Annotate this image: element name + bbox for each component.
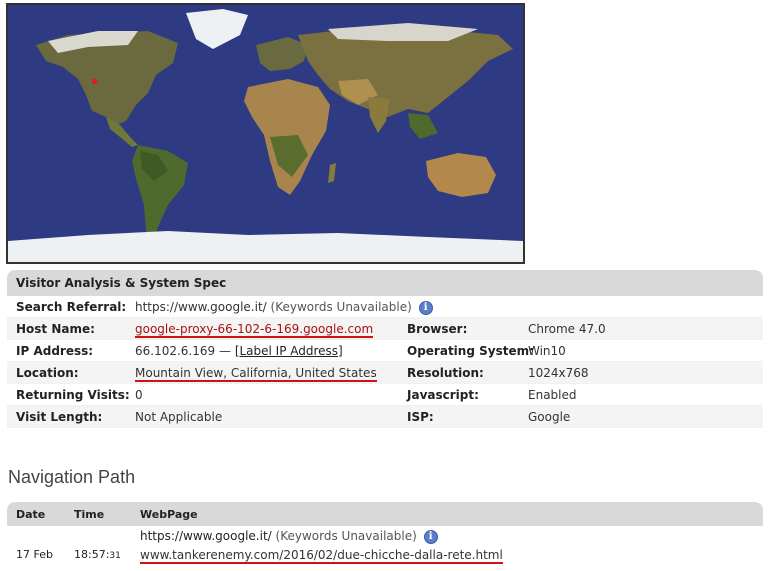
world-map-image bbox=[8, 5, 523, 262]
operating-system-label: Operating System: bbox=[407, 344, 534, 358]
host-name-label: Host Name: bbox=[16, 322, 95, 336]
resolution-value: 1024x768 bbox=[528, 366, 589, 380]
javascript-label: Javascript: bbox=[407, 388, 479, 402]
nav-webpage-link[interactable]: www.tankerenemy.com/2016/02/due-chicche-… bbox=[140, 548, 503, 564]
ip-address-label: IP Address: bbox=[16, 344, 94, 358]
search-referral-note: (Keywords Unavailable) bbox=[270, 300, 412, 314]
visit-length-label: Visit Length: bbox=[16, 410, 103, 424]
location-text: Mountain View, California, United States bbox=[135, 366, 377, 382]
webpage-column-header: WebPage bbox=[140, 508, 198, 521]
date-column-header: Date bbox=[16, 508, 46, 521]
nav-referral: https://www.google.it/ (Keywords Unavail… bbox=[140, 529, 438, 544]
isp-value: Google bbox=[528, 410, 571, 424]
navigation-path-table: Date Time WebPage 17 Feb 18:57:31 https:… bbox=[7, 502, 763, 571]
nav-referral-link[interactable]: https://www.google.it/ bbox=[140, 529, 272, 543]
info-icon[interactable]: i bbox=[423, 529, 438, 544]
visitor-analysis-panel: Visitor Analysis & System Spec Search Re… bbox=[7, 270, 763, 428]
visit-date: 17 Feb bbox=[16, 548, 53, 561]
navigation-path-title: Navigation Path bbox=[8, 467, 136, 487]
isp-label: ISP: bbox=[407, 410, 434, 424]
visitor-analysis-title: Visitor Analysis & System Spec bbox=[7, 270, 763, 296]
nav-referral-note: (Keywords Unavailable) bbox=[275, 529, 417, 543]
location-value: Mountain View, California, United States bbox=[135, 362, 377, 384]
search-referral-row: Search Referral: https://www.google.it/ … bbox=[7, 296, 763, 318]
operating-system-value: Win10 bbox=[528, 344, 566, 358]
visit-time-main: 18:57: bbox=[74, 548, 110, 561]
ip-address-text: 66.102.6.169 — bbox=[135, 344, 231, 358]
ip-address-value: 66.102.6.169 — [Label IP Address] bbox=[135, 340, 343, 362]
location-row: Location: Mountain View, California, Uni… bbox=[7, 362, 763, 384]
visit-length-value: Not Applicable bbox=[135, 410, 223, 424]
label-ip-address-link[interactable]: [Label IP Address] bbox=[235, 344, 343, 358]
returning-visits-value: 0 bbox=[135, 388, 143, 402]
browser-label: Browser: bbox=[407, 322, 468, 336]
visitor-location-marker bbox=[92, 79, 97, 84]
visit-time-seconds: 31 bbox=[109, 551, 121, 561]
host-name-row: Host Name: google-proxy-66-102-6-169.goo… bbox=[7, 318, 763, 340]
ip-address-row: IP Address: 66.102.6.169 — [Label IP Add… bbox=[7, 340, 763, 362]
location-label: Location: bbox=[16, 366, 79, 380]
resolution-label: Resolution: bbox=[407, 366, 484, 380]
visit-time: 18:57:31 bbox=[74, 548, 121, 561]
visit-length-row: Visit Length: Not Applicable ISP: Google bbox=[7, 406, 763, 428]
host-name-value: google-proxy-66-102-6-169.google.com bbox=[135, 318, 374, 340]
returning-visits-label: Returning Visits: bbox=[16, 388, 130, 402]
javascript-value: Enabled bbox=[528, 388, 577, 402]
world-map bbox=[6, 3, 525, 264]
search-referral-link[interactable]: https://www.google.it/ bbox=[135, 300, 267, 314]
search-referral-value: https://www.google.it/ (Keywords Unavail… bbox=[135, 296, 433, 318]
info-icon[interactable]: i bbox=[418, 300, 433, 315]
navigation-path-header: Date Time WebPage bbox=[7, 502, 763, 526]
search-referral-label: Search Referral: bbox=[16, 300, 127, 314]
browser-value: Chrome 47.0 bbox=[528, 322, 606, 336]
table-row: 17 Feb 18:57:31 https://www.google.it/ (… bbox=[7, 526, 763, 571]
returning-visits-row: Returning Visits: 0 Javascript: Enabled bbox=[7, 384, 763, 406]
time-column-header: Time bbox=[74, 508, 105, 521]
host-name-link[interactable]: google-proxy-66-102-6-169.google.com bbox=[135, 322, 374, 338]
